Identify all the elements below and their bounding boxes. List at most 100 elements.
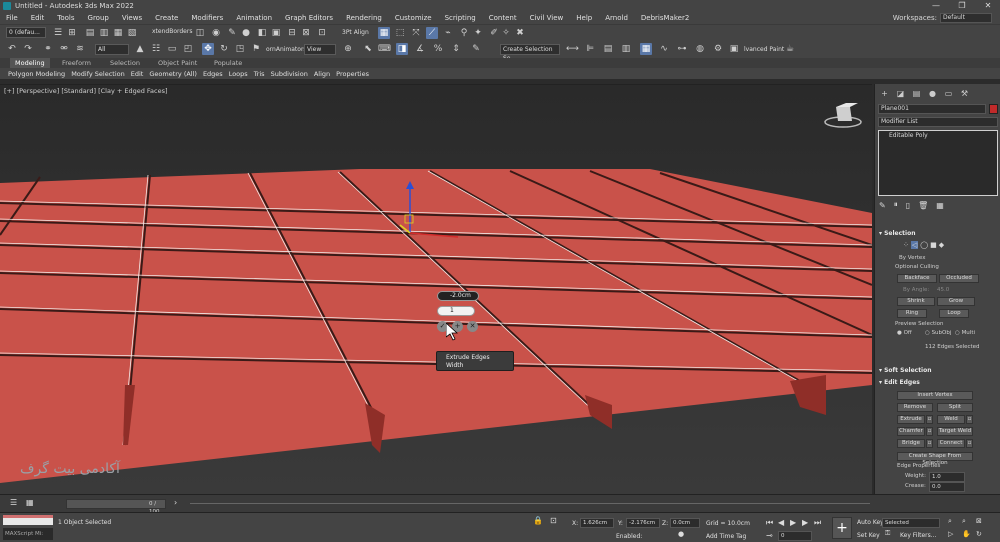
occluded-button[interactable]: Occluded xyxy=(939,274,979,283)
select-lasso-icon[interactable]: ⬚ xyxy=(394,27,406,39)
keyboard-shortcut-icon[interactable]: ⌨ xyxy=(378,43,391,55)
bridge-settings-button[interactable]: ▫ xyxy=(926,439,933,448)
render-setup-icon[interactable]: ⚙ xyxy=(712,43,724,55)
show-end-result-icon[interactable]: ⏸ xyxy=(894,200,898,210)
ribbon-tris[interactable]: Tris xyxy=(254,70,265,78)
element-level-icon[interactable]: ◆ xyxy=(939,241,944,249)
motion-tab-icon[interactable]: ● xyxy=(927,88,938,99)
ring-button[interactable]: Ring xyxy=(897,309,927,318)
toggle-ribbon-icon[interactable]: ▦ xyxy=(640,43,652,55)
menu-animation[interactable]: Animation xyxy=(236,14,272,22)
edge-select-icon[interactable]: ⟋ xyxy=(426,27,438,39)
time-slider[interactable]: 0 / 100 xyxy=(66,499,166,515)
by-angle-value[interactable]: 45.0 xyxy=(937,287,949,293)
maximize-button[interactable]: ❐ xyxy=(950,0,974,12)
node-icon[interactable]: ◉ xyxy=(210,27,222,39)
animators-label[interactable]: ornAnimators xyxy=(266,46,307,53)
menu-content[interactable]: Content xyxy=(489,14,517,22)
zoom-icon[interactable]: ⌕ xyxy=(948,517,952,526)
select-manipulate-icon[interactable]: ⬉ xyxy=(362,43,374,55)
viewport-label[interactable]: [+] [Perspective] [Standard] [Clay + Edg… xyxy=(4,87,168,95)
soft-selection-rollout-header[interactable]: Soft Selection xyxy=(879,367,931,376)
extrude-width-field[interactable]: 1 xyxy=(437,306,475,316)
ribbon-polygon-modeling[interactable]: Polygon Modeling xyxy=(8,70,65,78)
play-icon[interactable]: ▶ xyxy=(790,518,796,527)
x-coord-field[interactable]: 1.626cm xyxy=(580,518,614,528)
create-tab-icon[interactable]: + xyxy=(879,88,890,99)
key-set-select[interactable]: Selected xyxy=(882,518,940,528)
border-level-icon[interactable]: ◯ xyxy=(920,241,928,249)
tab-object-paint[interactable]: Object Paint xyxy=(158,58,197,68)
select-by-name-icon[interactable]: ☷ xyxy=(150,43,162,55)
layer-field[interactable]: 0 (defau... xyxy=(6,27,46,38)
new-layer-icon[interactable]: ⊞ xyxy=(66,27,78,39)
extrude-height-field[interactable]: -2.0cm xyxy=(437,291,479,301)
goto-start-icon[interactable]: ⏮ xyxy=(766,518,773,528)
edge-level-icon[interactable]: ◁ xyxy=(910,241,919,249)
quick-select-icon[interactable]: ⤧ xyxy=(410,27,422,39)
place-icon[interactable]: ⚑ xyxy=(250,43,262,55)
menu-graph-editors[interactable]: Graph Editors xyxy=(285,14,333,22)
track-bar[interactable] xyxy=(190,503,870,504)
layer-manager-icon[interactable]: ☰ xyxy=(52,27,64,39)
modify-tab-icon[interactable]: ◪ xyxy=(895,88,906,99)
redo-icon[interactable]: ↷ xyxy=(22,43,34,55)
layer-add-icon[interactable]: ▥ xyxy=(98,27,110,39)
scene-explorer-toggle-icon[interactable]: ▦ xyxy=(26,498,34,507)
time-tag-icon[interactable]: ● xyxy=(678,530,684,538)
minimize-button[interactable]: — xyxy=(924,0,948,12)
select-rotate-icon[interactable]: ↻ xyxy=(218,43,230,55)
next-frame-icon[interactable]: › xyxy=(174,498,177,507)
set-keys-icon[interactable]: + xyxy=(832,517,852,539)
chamfer-settings-button[interactable]: ▫ xyxy=(926,427,933,436)
array-icon[interactable]: ⊡ xyxy=(316,27,328,39)
object-color-swatch[interactable] xyxy=(989,104,998,114)
menu-file[interactable]: File xyxy=(6,14,18,22)
crease-spinner[interactable]: 0.0 xyxy=(929,482,965,492)
stack-item-editable-poly[interactable]: Editable Poly xyxy=(889,132,928,139)
z-coord-field[interactable]: 0.0cm xyxy=(670,518,700,528)
ribbon-edges[interactable]: Edges xyxy=(203,70,223,78)
maxscript-mini-listener[interactable]: MAXScript Mi: xyxy=(3,528,53,540)
key-filter-icon[interactable]: ⚿ xyxy=(885,529,890,538)
pin-stack-icon[interactable]: ✎ xyxy=(879,201,886,210)
ribbon-loops[interactable]: Loops xyxy=(229,70,248,78)
menu-help[interactable]: Help xyxy=(576,14,592,22)
ribbon-edit[interactable]: Edit xyxy=(131,70,144,78)
loop-button[interactable]: Loop xyxy=(939,309,969,318)
menu-customize[interactable]: Customize xyxy=(395,14,432,22)
menu-create[interactable]: Create xyxy=(155,14,178,22)
display-tab-icon[interactable]: ▭ xyxy=(943,88,954,99)
connect-settings-button[interactable]: ▫ xyxy=(966,439,973,448)
mirror-tool-icon[interactable]: ⟷ xyxy=(566,43,579,55)
extrude-settings-button[interactable]: ▫ xyxy=(926,415,933,424)
tag-icon[interactable]: ✧ xyxy=(500,27,512,39)
weight-spinner[interactable]: 1.0 xyxy=(929,472,965,482)
extend-borders-label[interactable]: xtendBorders xyxy=(150,27,192,38)
menu-civil-view[interactable]: Civil View xyxy=(530,14,564,22)
ribbon-subdivision[interactable]: Subdivision xyxy=(271,70,308,78)
bind-space-warp-icon[interactable]: ≋ xyxy=(74,43,86,55)
align-icon[interactable]: ⊟ xyxy=(286,27,298,39)
select-object-icon[interactable]: ▲ xyxy=(134,43,146,55)
scene-explorer-icon[interactable]: ▧ xyxy=(126,27,138,39)
layer-props-icon[interactable]: ▦ xyxy=(112,27,124,39)
close-button[interactable]: ✕ xyxy=(976,0,1000,12)
prev-frame-icon[interactable]: ◀ xyxy=(778,518,784,527)
link-icon[interactable]: ⚭ xyxy=(42,43,54,55)
split-button[interactable]: Split xyxy=(937,403,973,412)
tab-modeling[interactable]: Modeling xyxy=(10,58,50,68)
rect-select-icon[interactable]: ▭ xyxy=(166,43,178,55)
angle-snap-icon[interactable]: ∡ xyxy=(414,43,426,55)
object-name-field[interactable]: Plane001 xyxy=(878,104,986,114)
key-mode-icon[interactable]: ⊸ xyxy=(766,531,773,540)
configure-sets-icon[interactable]: ▦ xyxy=(936,201,944,210)
maxscript-listener[interactable] xyxy=(3,515,53,525)
edit-edges-rollout-header[interactable]: Edit Edges xyxy=(879,379,920,388)
goto-end-icon[interactable]: ⏭ xyxy=(814,518,821,528)
render-frame-icon[interactable]: ▣ xyxy=(270,27,282,39)
key-filters-button[interactable]: Key Filters... xyxy=(900,532,937,539)
set-key-button[interactable]: Set Key xyxy=(857,532,880,539)
schematic-view-icon[interactable]: ⊶ xyxy=(676,43,688,55)
undo-icon[interactable]: ↶ xyxy=(6,43,18,55)
